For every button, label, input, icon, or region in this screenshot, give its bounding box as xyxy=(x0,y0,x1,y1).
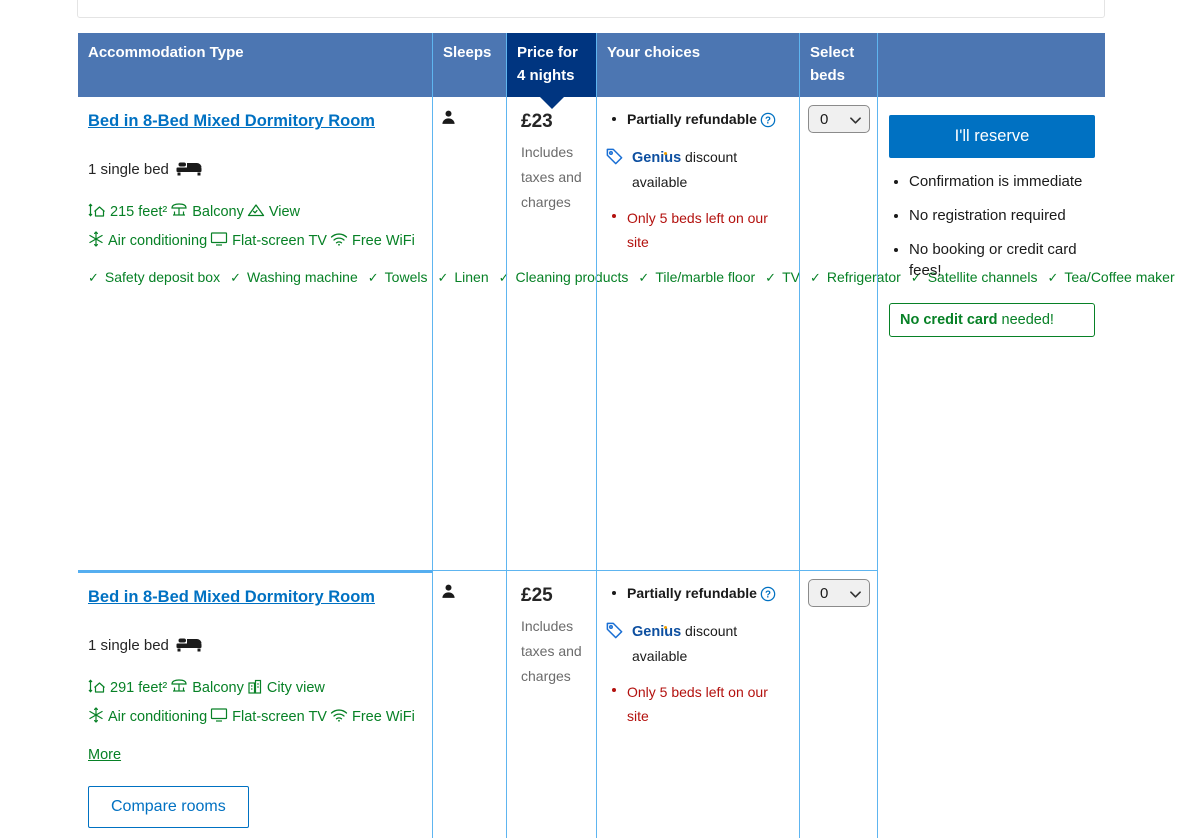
header-accommodation-type: Accommodation Type xyxy=(78,33,433,97)
room-title-link[interactable]: Bed in 8-Bed Mixed Dormitory Room xyxy=(88,112,375,130)
bed-info: 1 single bed xyxy=(88,159,422,180)
room-row: Bed in 8-Bed Mixed Dormitory Room 1 sing… xyxy=(78,570,878,838)
previous-card-bottom-edge xyxy=(77,0,1105,18)
feature-list: ✓Safety deposit box ✓Washing machine ✓Towe… xyxy=(88,265,433,290)
table-header-row: Accommodation Type Sleeps Price for 4 ni… xyxy=(78,33,1105,97)
accommodation-cell: Bed in 8-Bed Mixed Dormitory Room 1 sing… xyxy=(78,97,433,570)
svg-text:?: ? xyxy=(765,589,771,600)
accommodation-cell: Bed in 8-Bed Mixed Dormitory Room 1 sing… xyxy=(78,570,433,838)
beds-select[interactable]: 0 xyxy=(808,579,870,607)
header-empty xyxy=(878,33,1105,97)
price-amount: £25 xyxy=(521,585,588,607)
bed-icon xyxy=(176,159,202,180)
choices-cell: Partially refundable? Genius discount av… xyxy=(597,97,800,570)
wifi-icon xyxy=(330,232,348,250)
choice-scarcity: Only 5 beds left on our site xyxy=(605,207,793,255)
price-amount: £23 xyxy=(521,111,588,133)
price-note: Includes taxes and charges xyxy=(521,140,587,215)
choice-genius: Genius discount available xyxy=(605,146,793,194)
choices-cell: Partially refundable? Genius discount av… xyxy=(597,570,800,838)
choice-scarcity: Only 5 beds left on our site xyxy=(605,681,793,729)
reserve-panel: I'll reserve Confirmation is immediate No… xyxy=(878,97,1105,838)
flat-screen-tv-icon xyxy=(210,707,228,726)
price-cell: £25 Includes taxes and charges xyxy=(507,570,597,838)
tag-icon xyxy=(605,621,624,668)
no-credit-card-badge: No credit card needed! xyxy=(889,303,1095,337)
check-icon: ✓ xyxy=(230,270,241,285)
room-amenities: Air conditioning Flat-screen TV Free WiF… xyxy=(88,707,422,727)
svg-text:?: ? xyxy=(765,115,771,126)
room-size-icon xyxy=(88,202,106,222)
header-sleeps: Sleeps xyxy=(433,33,507,97)
person-icon xyxy=(441,112,456,129)
room-title-link[interactable]: Bed in 8-Bed Mixed Dormitory Room xyxy=(88,588,375,606)
bullet-dot xyxy=(612,591,616,595)
select-beds-cell: 0 xyxy=(800,570,878,838)
header-price-selected: Price for 4 nights xyxy=(507,33,597,97)
sleeps-cell xyxy=(433,97,507,570)
wifi-icon xyxy=(330,708,348,726)
question-icon[interactable]: ? xyxy=(760,589,776,605)
genius-brand: Genius xyxy=(632,624,681,640)
bullet-dot-red xyxy=(612,688,616,692)
person-icon xyxy=(441,586,456,603)
question-icon[interactable]: ? xyxy=(760,115,776,131)
air-conditioning-icon xyxy=(88,231,104,251)
view-icon xyxy=(247,203,265,221)
tag-icon xyxy=(605,147,624,194)
room-amenities: Air conditioning Flat-screen TV Free WiF… xyxy=(88,231,422,251)
header-your-choices: Your choices xyxy=(597,33,800,97)
price-cell: £23 Includes taxes and charges xyxy=(507,97,597,570)
beds-select[interactable]: 0 xyxy=(808,105,870,133)
reserve-benefit-item: No booking or credit card fees! xyxy=(909,239,1095,281)
choice-genius: Genius discount available xyxy=(605,620,793,668)
check-icon: ✓ xyxy=(88,270,99,285)
room-highlights: 291 feet² Balcony City view xyxy=(88,678,422,698)
bed-icon xyxy=(176,635,202,656)
balcony-icon xyxy=(170,678,188,698)
reserve-benefit-item: Confirmation is immediate xyxy=(909,171,1095,192)
reserve-button[interactable]: I'll reserve xyxy=(889,115,1095,158)
bullet-dot-red xyxy=(612,214,616,218)
air-conditioning-icon xyxy=(88,707,104,727)
more-link[interactable]: More xyxy=(88,747,121,763)
room-row: Bed in 8-Bed Mixed Dormitory Room 1 sing… xyxy=(78,97,878,570)
chevron-down-icon xyxy=(850,585,861,602)
city-view-icon xyxy=(247,678,263,698)
genius-brand: Genius xyxy=(632,150,681,166)
flat-screen-tv-icon xyxy=(210,231,228,250)
bed-info: 1 single bed xyxy=(88,635,422,656)
reserve-benefit-item: No registration required xyxy=(909,205,1095,226)
price-note: Includes taxes and charges xyxy=(521,614,587,689)
feature-item: ✓Towels xyxy=(368,269,428,285)
compare-rooms-button[interactable]: Compare rooms xyxy=(88,786,249,828)
check-icon: ✓ xyxy=(368,270,379,285)
header-select-beds: Select beds xyxy=(800,33,878,97)
room-highlights: 215 feet² Balcony View xyxy=(88,202,422,222)
rooms-table: Accommodation Type Sleeps Price for 4 ni… xyxy=(78,33,1105,838)
room-size-icon xyxy=(88,678,106,698)
select-beds-cell: 0 xyxy=(800,97,878,570)
feature-item: ✓Safety deposit box xyxy=(88,269,220,285)
chevron-down-icon xyxy=(850,111,861,128)
bullet-dot xyxy=(612,117,616,121)
choice-refundable: Partially refundable? xyxy=(605,110,793,133)
sleeps-cell xyxy=(433,570,507,838)
choice-refundable: Partially refundable? xyxy=(605,584,793,607)
feature-item: ✓Washing machine xyxy=(230,269,358,285)
reserve-benefits-list: Confirmation is immediate No registration… xyxy=(889,171,1095,281)
balcony-icon xyxy=(170,202,188,222)
